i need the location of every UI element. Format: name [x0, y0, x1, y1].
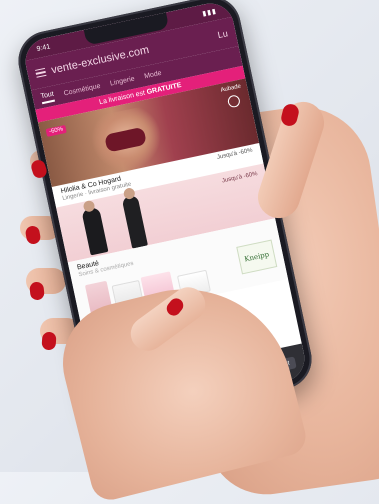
tab-fashion[interactable]: Mode	[144, 69, 163, 79]
red-nail	[29, 281, 45, 301]
tab-cosmetics[interactable]: Cosmétique	[63, 82, 101, 97]
status-time: 9:41	[36, 42, 51, 53]
brand-logo: Kneipp	[236, 239, 278, 275]
model-figure	[81, 206, 109, 256]
language-switch[interactable]: Lu	[217, 28, 229, 40]
menu-icon[interactable]	[34, 67, 47, 79]
tab-lingerie[interactable]: Lingerie	[109, 75, 135, 87]
discount-badge: -60%	[45, 124, 67, 137]
model-figure	[121, 194, 148, 249]
red-nail	[41, 331, 57, 351]
brand-logo-icon	[226, 94, 242, 109]
tab-all[interactable]: Tout	[39, 90, 56, 104]
sale-tag: Jusqu'à -60%	[221, 171, 259, 185]
brand-tag: Aubade	[220, 83, 242, 94]
photo-scene: 9:41 ▮▮▮ vente-exclusive.com Lu Tout Cos…	[0, 0, 379, 504]
signal-icon: ▮▮▮	[201, 7, 218, 18]
